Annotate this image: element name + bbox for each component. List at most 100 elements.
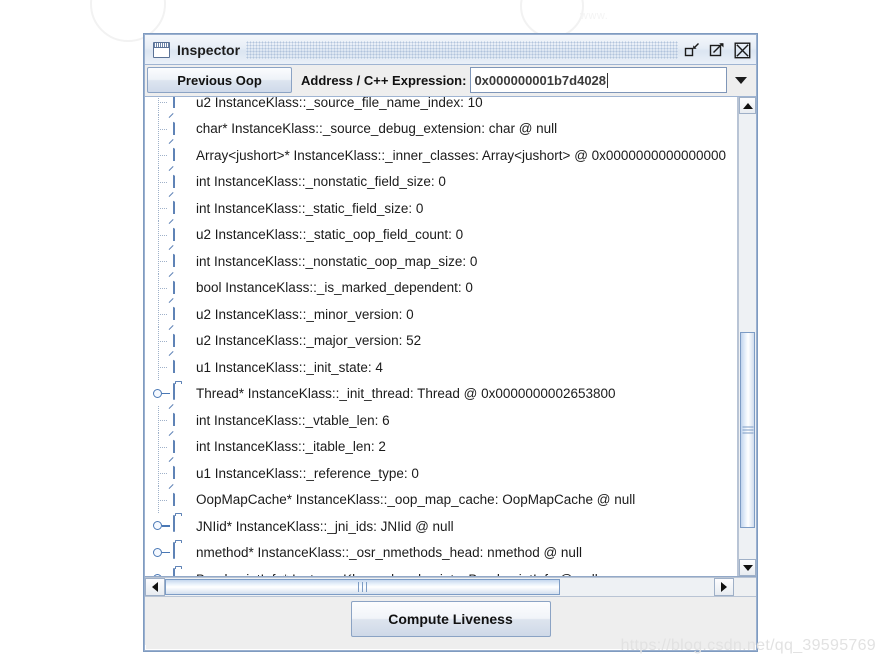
document-glyph bbox=[168, 112, 178, 135]
chevron-down-icon bbox=[734, 76, 747, 84]
maximize-button[interactable] bbox=[709, 42, 725, 58]
title-bar: Inspector bbox=[145, 35, 756, 65]
tree-row[interactable]: int InstanceKlass::_itable_len: 2 bbox=[145, 430, 737, 461]
document-icon bbox=[168, 218, 190, 245]
tree-row[interactable]: u2 InstanceKlass::_minor_version: 0 bbox=[145, 298, 737, 329]
tree-row-label: u1 InstanceKlass::_init_state: 4 bbox=[196, 359, 383, 375]
tree-dash-line bbox=[160, 367, 168, 369]
tree-row[interactable]: bool InstanceKlass::_is_marked_dependent… bbox=[145, 271, 737, 302]
address-input-value: 0x000000001b7d4028 bbox=[474, 72, 607, 88]
scroll-down-button[interactable] bbox=[739, 559, 756, 576]
tree-row[interactable]: OopMapCache* InstanceKlass::_oop_map_cac… bbox=[145, 483, 737, 514]
compute-liveness-button[interactable]: Compute Liveness bbox=[350, 601, 551, 637]
horizontal-scroll-track[interactable] bbox=[165, 578, 714, 596]
document-glyph bbox=[168, 245, 178, 268]
tree-dash-line bbox=[160, 499, 168, 501]
folder-icon bbox=[173, 382, 190, 404]
tree-row-label: bool InstanceKlass::_is_marked_dependent… bbox=[196, 280, 473, 295]
scroll-left-button[interactable] bbox=[145, 578, 165, 596]
document-icon bbox=[168, 271, 190, 298]
tree-row[interactable]: int InstanceKlass::_vtable_len: 6 bbox=[145, 404, 737, 435]
expand-knob-icon bbox=[153, 521, 170, 531]
expand-knob-icon bbox=[153, 547, 170, 557]
expand-toggle-icon[interactable] bbox=[151, 566, 173, 576]
document-icon bbox=[168, 245, 190, 271]
tree-dash-line bbox=[160, 181, 168, 183]
tree-row[interactable]: u1 InstanceKlass::_reference_type: 0 bbox=[145, 457, 737, 488]
triangle-down-icon bbox=[742, 564, 753, 571]
document-glyph bbox=[168, 139, 178, 162]
document-icon bbox=[168, 457, 190, 483]
tree-row[interactable]: nmethod* InstanceKlass::_osr_nmethods_he… bbox=[145, 540, 737, 567]
previous-oop-button[interactable]: Previous Oop bbox=[147, 67, 292, 93]
tree-row-label: OopMapCache* InstanceKlass::_oop_map_cac… bbox=[196, 492, 636, 507]
tree-row[interactable]: JNIid* InstanceKlass::_jni_ids: JNIid @ … bbox=[145, 513, 737, 540]
expand-toggle-icon[interactable] bbox=[151, 381, 173, 407]
document-icon bbox=[168, 404, 190, 430]
document-glyph bbox=[168, 218, 178, 241]
tree-row[interactable]: u2 InstanceKlass::_static_oop_field_coun… bbox=[145, 218, 737, 249]
background-watermark-text: www. bbox=[580, 10, 609, 22]
tree-row[interactable]: Array<jushort>* InstanceKlass::_inner_cl… bbox=[145, 139, 737, 170]
tree-viewport[interactable]: u2 InstanceKlass::_source_file_name_inde… bbox=[145, 97, 738, 576]
scroll-grip-icon bbox=[357, 578, 369, 596]
tree-row[interactable]: u1 InstanceKlass::_init_state: 4 bbox=[145, 351, 737, 382]
tree-row-label: JNIid* InstanceKlass::_jni_ids: JNIid @ … bbox=[196, 518, 454, 534]
document-glyph bbox=[168, 457, 178, 480]
minimize-button[interactable] bbox=[684, 42, 700, 58]
tree-dash-line bbox=[160, 446, 168, 448]
screen: www. Inspector Previous Oop Address / C+… bbox=[0, 0, 880, 661]
tree-dash-line bbox=[160, 102, 168, 104]
vertical-scroll-thumb[interactable] bbox=[740, 332, 755, 528]
tree-row[interactable]: char* InstanceKlass::_source_debug_exten… bbox=[145, 112, 737, 143]
tree-row[interactable]: int InstanceKlass::_nonstatic_field_size… bbox=[145, 165, 737, 196]
address-input[interactable]: 0x000000001b7d4028 bbox=[470, 67, 727, 93]
tree-list: u2 InstanceKlass::_source_file_name_inde… bbox=[145, 97, 737, 576]
document-glyph bbox=[168, 324, 178, 347]
document-glyph bbox=[168, 483, 178, 506]
vertical-scrollbar[interactable] bbox=[738, 97, 756, 576]
tree-row[interactable]: int InstanceKlass::_static_field_size: 0 bbox=[145, 192, 737, 223]
tree-row[interactable]: Thread* InstanceKlass::_init_thread: Thr… bbox=[145, 381, 737, 408]
tree-row[interactable]: int InstanceKlass::_nonstatic_oop_map_si… bbox=[145, 245, 737, 276]
vertical-scroll-track[interactable] bbox=[739, 114, 756, 559]
tree-row-label: int InstanceKlass::_vtable_len: 6 bbox=[196, 412, 390, 428]
document-glyph bbox=[168, 298, 178, 321]
tree-row-label: nmethod* InstanceKlass::_osr_nmethods_he… bbox=[196, 545, 582, 560]
tree-row-label: Thread* InstanceKlass::_init_thread: Thr… bbox=[196, 386, 616, 401]
bottom-bar: Compute Liveness bbox=[145, 597, 756, 645]
document-icon bbox=[168, 351, 190, 377]
document-glyph bbox=[168, 430, 178, 453]
tree-dash-line bbox=[160, 155, 168, 157]
tree-dash-line bbox=[160, 340, 168, 342]
address-dropdown-button[interactable] bbox=[727, 67, 754, 93]
tree-dash-line bbox=[160, 128, 168, 130]
text-cursor bbox=[607, 72, 609, 88]
tree-row[interactable]: u2 InstanceKlass::_source_file_name_inde… bbox=[145, 97, 737, 117]
tree-dash-line bbox=[160, 208, 168, 210]
horizontal-scroll-thumb[interactable] bbox=[165, 578, 561, 596]
expand-toggle-icon[interactable] bbox=[151, 540, 173, 566]
horizontal-scrollbar[interactable] bbox=[145, 577, 756, 597]
expand-toggle-icon[interactable] bbox=[151, 513, 173, 539]
window-title: Inspector bbox=[177, 41, 241, 58]
document-icon bbox=[168, 324, 190, 351]
window-controls bbox=[684, 42, 751, 58]
folder-icon bbox=[173, 541, 190, 563]
tree-row[interactable]: BreakpointInfo* InstanceKlass::_breakpoi… bbox=[145, 566, 737, 576]
tree-row[interactable]: u2 InstanceKlass::_major_version: 52 bbox=[145, 324, 737, 355]
scroll-right-button[interactable] bbox=[714, 578, 734, 596]
scroll-up-button[interactable] bbox=[739, 97, 756, 114]
document-icon bbox=[168, 430, 190, 457]
tree-row-label: u1 InstanceKlass::_reference_type: 0 bbox=[196, 465, 419, 481]
tree-row-label: BreakpointInfo* InstanceKlass::_breakpoi… bbox=[196, 572, 598, 576]
folder-glyph bbox=[173, 515, 175, 533]
document-glyph bbox=[173, 97, 175, 109]
tree-row-label: Array<jushort>* InstanceKlass::_inner_cl… bbox=[196, 147, 727, 163]
close-button[interactable] bbox=[734, 42, 751, 58]
tree-dash-line bbox=[160, 261, 168, 263]
scrollbar-corner bbox=[734, 578, 756, 596]
background-watermark-ring-right bbox=[520, 0, 584, 38]
document-glyph bbox=[168, 165, 178, 188]
window-icon bbox=[153, 41, 170, 58]
